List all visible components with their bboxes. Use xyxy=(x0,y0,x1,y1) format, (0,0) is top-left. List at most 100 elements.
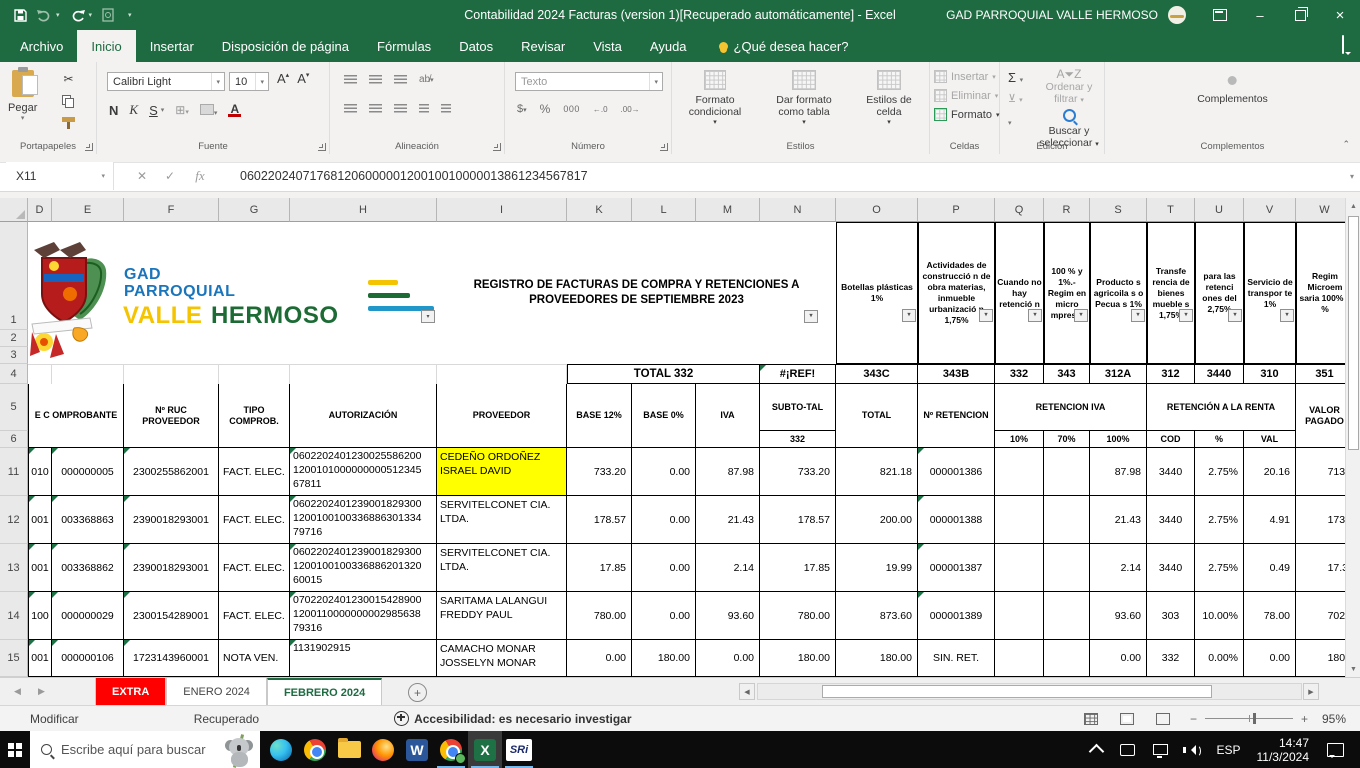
menu-tab-f-rmulas[interactable]: Fórmulas xyxy=(363,30,445,62)
cell-V14[interactable]: 78.00 xyxy=(1244,592,1296,640)
borders-icon[interactable]: ⊞▾ xyxy=(175,103,189,117)
row-header-15[interactable]: 15 xyxy=(0,640,28,677)
cell-H13[interactable]: 0602202401239001829300120010010033688620… xyxy=(290,544,437,592)
status-recovered[interactable]: Recuperado xyxy=(194,712,259,726)
cell-D14[interactable]: 100 xyxy=(28,592,52,640)
cell-E14[interactable]: 000000029 xyxy=(52,592,124,640)
cell-F11[interactable]: 2300255862001 xyxy=(124,448,219,496)
language-indicator[interactable]: ESP xyxy=(1216,743,1240,757)
new-sheet-button[interactable]: + xyxy=(408,683,427,702)
cell-E15[interactable]: 000000106 xyxy=(52,640,124,677)
cell-I14[interactable]: SARITAMA LALANGUI FREDDY PAUL xyxy=(437,592,567,640)
notification-center-icon[interactable] xyxy=(1327,743,1344,757)
volume-icon[interactable] xyxy=(1186,745,1196,755)
column-header-K[interactable]: K xyxy=(567,198,632,222)
tablet-mode-icon[interactable] xyxy=(1120,744,1135,756)
clipboard-dialog-launcher[interactable] xyxy=(85,143,93,151)
cell-P4[interactable]: 343B xyxy=(918,364,995,384)
cell-D13[interactable]: 001 xyxy=(28,544,52,592)
cell-I12[interactable]: SERVITELCONET CIA. LTDA. xyxy=(437,496,567,544)
header-cell-P1[interactable]: Actividades de construcció n de obra mat… xyxy=(918,222,995,364)
cell-H11[interactable]: 0602202401230025586200120010100000000051… xyxy=(290,448,437,496)
font-name-combo[interactable]: Calibri Light▾ xyxy=(107,72,225,91)
header-cell-Q1[interactable]: Cuando no hay retenció n▾ xyxy=(995,222,1044,364)
cell-O12[interactable]: 200.00 xyxy=(836,496,918,544)
cell-L14[interactable]: 0.00 xyxy=(632,592,696,640)
close-button[interactable]: × xyxy=(1320,0,1360,30)
cell-N12[interactable]: 178.57 xyxy=(760,496,836,544)
italic-button[interactable]: K xyxy=(129,102,138,118)
cell-K11[interactable]: 733.20 xyxy=(567,448,632,496)
decrease-indent-icon[interactable] xyxy=(419,104,429,113)
filter-button[interactable]: ▾ xyxy=(979,309,993,322)
cell-L15[interactable]: 180.00 xyxy=(632,640,696,677)
cell-D4[interactable] xyxy=(28,364,52,384)
select-all-corner[interactable] xyxy=(0,198,28,222)
cell-T4[interactable]: 312 xyxy=(1147,364,1195,384)
header-cell-T1[interactable]: Transfe rencia de bienes mueble s 1,75%▾ xyxy=(1147,222,1195,364)
header-ret-10[interactable]: 10% xyxy=(995,431,1044,448)
row-header-13[interactable]: 13 xyxy=(0,544,28,592)
avatar[interactable] xyxy=(1168,6,1186,24)
cell-R13[interactable] xyxy=(1044,544,1090,592)
page-layout-view-icon[interactable] xyxy=(1120,713,1134,725)
filter-button[interactable]: ▾ xyxy=(421,310,435,323)
header-valor-pagado[interactable]: VALOR PAGADO xyxy=(1296,384,1345,448)
cell-H14[interactable]: 0702202401230015428900120011000000000298… xyxy=(290,592,437,640)
cell-H15[interactable]: 1131902915 xyxy=(290,640,437,677)
cell-R4[interactable]: 343 xyxy=(1044,364,1090,384)
bold-button[interactable]: N xyxy=(109,103,118,118)
fill-icon[interactable]: ⊻ ▾ xyxy=(1008,92,1023,105)
cell-T11[interactable]: 3440 xyxy=(1147,448,1195,496)
header-cell-O1[interactable]: Botellas plásticas 1%▾ xyxy=(836,222,918,364)
align-left-icon[interactable] xyxy=(344,104,357,113)
cell-E11[interactable]: 000000005 xyxy=(52,448,124,496)
cell-report-title[interactable]: REGISTRO DE FACTURAS DE COMPRA Y RETENCI… xyxy=(437,222,836,364)
cell-D12[interactable]: 001 xyxy=(28,496,52,544)
sheet-grid[interactable]: DEFGHIKLMNOPQRSTUVW1234561112131415 GAD … xyxy=(0,198,1345,677)
collapse-ribbon-icon[interactable]: ⌃ xyxy=(1342,139,1350,150)
cell-O14[interactable]: 873.60 xyxy=(836,592,918,640)
cell-Q4[interactable]: 332 xyxy=(995,364,1044,384)
cell-S11[interactable]: 87.98 xyxy=(1090,448,1147,496)
cell-W11[interactable]: 713. xyxy=(1296,448,1345,496)
insert-function-icon[interactable]: fx xyxy=(188,162,212,190)
header-cell-W1[interactable]: Regim Microem saria 100% y % xyxy=(1296,222,1345,364)
cell-U14[interactable]: 10.00% xyxy=(1195,592,1244,640)
row-header-12[interactable]: 12 xyxy=(0,496,28,544)
sort-filter-button[interactable]: A⏷Z Ordenar y filtrar ▾ xyxy=(1034,68,1104,107)
cell-Q14[interactable] xyxy=(995,592,1044,640)
conditional-formatting-button[interactable]: Formato condicional ▾ xyxy=(678,70,752,126)
filter-button[interactable]: ▾ xyxy=(1228,309,1242,322)
header-cell-U1[interactable]: para las retenci ones del 2,75%▾ xyxy=(1195,222,1244,364)
scroll-up-icon[interactable]: ▲ xyxy=(1346,198,1360,214)
row-header-3[interactable]: 3 xyxy=(0,347,28,364)
increase-indent-icon[interactable] xyxy=(441,104,451,113)
header-cell-R1[interactable]: 100 % y 1%.- Regim en micro mpres a▾ xyxy=(1044,222,1090,364)
filter-button[interactable]: ▾ xyxy=(804,310,818,323)
cell-N11[interactable]: 733.20 xyxy=(760,448,836,496)
ribbon-display-options-button[interactable] xyxy=(1200,0,1240,30)
cell-N14[interactable]: 780.00 xyxy=(760,592,836,640)
cell-Q13[interactable] xyxy=(995,544,1044,592)
page-break-view-icon[interactable] xyxy=(1156,713,1170,725)
cell-P14[interactable]: 000001389 xyxy=(918,592,995,640)
underline-button[interactable]: S xyxy=(149,103,158,118)
accounting-format-icon[interactable]: $▾ xyxy=(517,103,527,115)
header-renta-pct[interactable]: % xyxy=(1195,431,1244,448)
cell-R15[interactable] xyxy=(1044,640,1090,677)
cell-G14[interactable]: FACT. ELEC. xyxy=(219,592,290,640)
cell-H4[interactable] xyxy=(290,364,437,384)
column-header-S[interactable]: S xyxy=(1090,198,1147,222)
header-retencion-iva[interactable]: RETENCION IVA xyxy=(995,384,1147,431)
header-cell-V1[interactable]: Servicio de transpor te 1%▾ xyxy=(1244,222,1296,364)
header-proveedor[interactable]: PROVEEDOR xyxy=(437,384,567,448)
number-dialog-launcher[interactable] xyxy=(660,143,668,151)
menu-tab-datos[interactable]: Datos xyxy=(445,30,507,62)
cell-M15[interactable]: 0.00 xyxy=(696,640,760,677)
font-dialog-launcher[interactable] xyxy=(318,143,326,151)
tray-expand-icon[interactable] xyxy=(1089,744,1105,760)
cell-F15[interactable]: 1723143960001 xyxy=(124,640,219,677)
zoom-in-icon[interactable]: + xyxy=(1301,712,1308,726)
taskbar-chrome-profile-icon[interactable] xyxy=(434,731,468,768)
